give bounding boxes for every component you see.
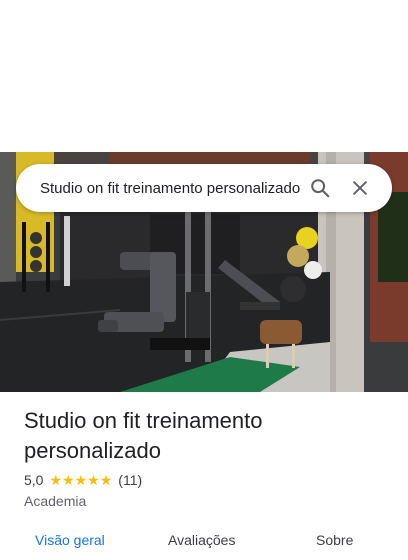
star-icon: ★ (49, 472, 63, 488)
search-icon[interactable] (300, 168, 340, 208)
close-icon[interactable] (340, 168, 380, 208)
place-title: Studio on fit treinamento personalizado (24, 408, 263, 463)
star-icon: ★ (74, 472, 88, 488)
tab-bar: Visão geral Avaliações Sobre (0, 530, 408, 560)
review-count[interactable]: (11) (118, 472, 142, 488)
tab-overview[interactable]: Visão geral (35, 532, 105, 548)
rating-stars: ★ ★ ★ ★ ★ (49, 473, 112, 487)
rating-row[interactable]: 5,0 ★ ★ ★ ★ ★ (11) (24, 472, 142, 488)
place-category: Academia (24, 493, 87, 509)
tab-about[interactable]: Sobre (316, 532, 353, 548)
search-bar[interactable]: Studio on fit treinamento personalizado (16, 164, 392, 212)
star-icon: ★ (87, 472, 100, 488)
tab-reviews[interactable]: Avaliações (168, 532, 235, 548)
search-input[interactable]: Studio on fit treinamento personalizado (40, 180, 300, 197)
star-icon: ★ (99, 472, 113, 488)
rating-value: 5,0 (24, 472, 44, 488)
star-icon: ★ (62, 472, 75, 488)
